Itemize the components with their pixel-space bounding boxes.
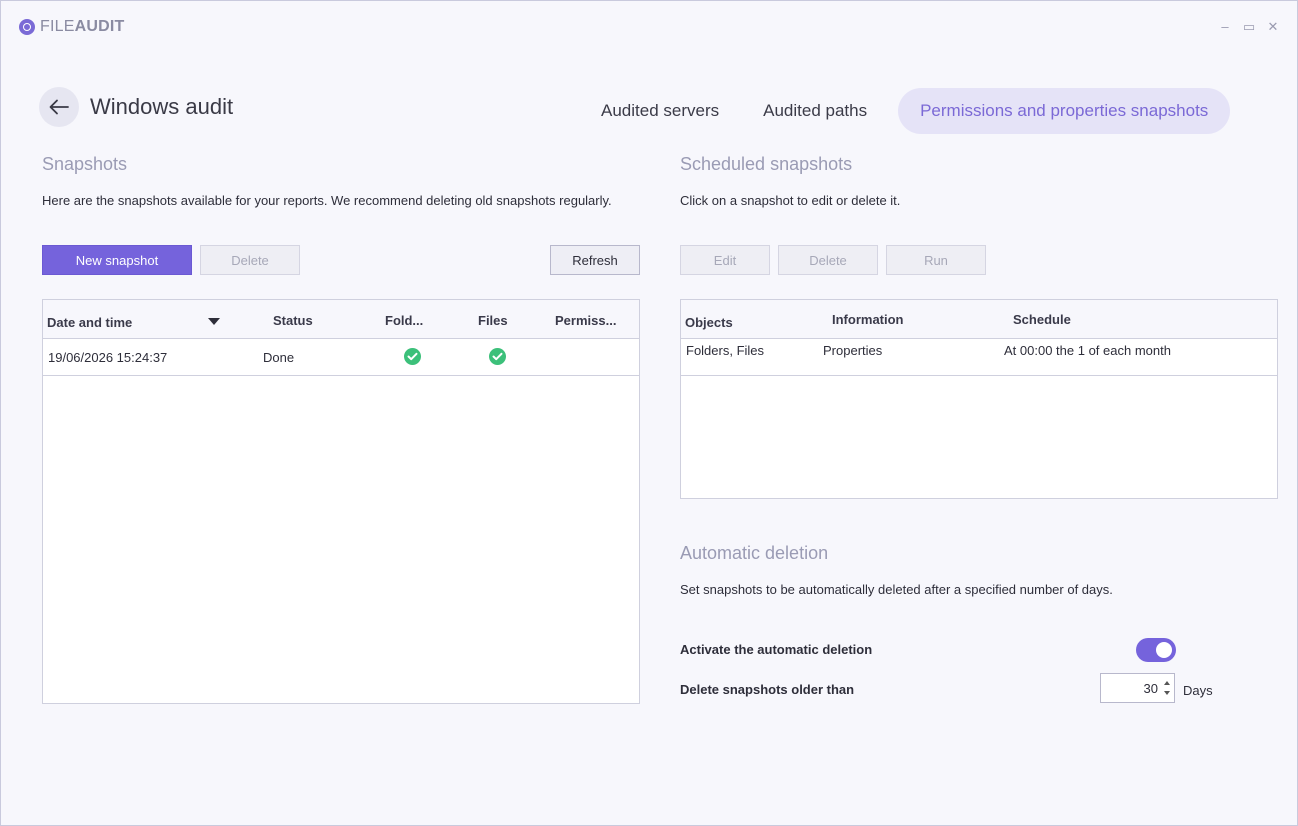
snapshots-table-header: Date and time Status Fold... Files Permi… [43, 300, 639, 339]
maximize-icon[interactable]: ▭ [1243, 19, 1255, 33]
snapshots-description: Here are the snapshots available for you… [42, 193, 612, 208]
snapshots-table: Date and time Status Fold... Files Permi… [42, 299, 640, 704]
check-icon [404, 348, 421, 365]
sort-desc-icon[interactable] [208, 318, 220, 325]
app-brand: FILEAUDIT [19, 18, 124, 36]
fileaudit-logo-icon [19, 19, 35, 35]
column-permissions[interactable]: Permiss... [555, 313, 616, 328]
brand-bold: AUDIT [74, 18, 125, 35]
delete-schedule-button[interactable]: Delete [778, 245, 878, 275]
days-stepper[interactable] [1100, 673, 1175, 703]
column-status[interactable]: Status [273, 313, 313, 328]
row-objects: Folders, Files [686, 343, 765, 358]
checkmark-glyph [492, 352, 503, 361]
older-than-label: Delete snapshots older than [680, 682, 855, 697]
activate-deletion-label: Activate the automatic deletion [680, 642, 873, 657]
back-button[interactable] [39, 87, 79, 127]
refresh-button[interactable]: Refresh [550, 245, 640, 275]
table-row[interactable]: 19/06/2026 15:24:37 Done [43, 339, 639, 376]
window-controls: – ▭ ✕ [1219, 19, 1279, 33]
tab-permissions-snapshots[interactable]: Permissions and properties snapshots [898, 88, 1231, 134]
app-window: FILEAUDIT – ▭ ✕ Windows audit Audited se… [0, 0, 1298, 826]
snapshots-title: Snapshots [42, 154, 128, 174]
tab-bar: Audited servers Audited paths Permission… [579, 88, 1231, 134]
tab-audited-paths[interactable]: Audited paths [741, 88, 889, 134]
column-date-time[interactable]: Date and time [47, 315, 132, 330]
column-folders[interactable]: Fold... [385, 313, 423, 328]
days-unit: Days [1183, 683, 1213, 698]
checkmark-glyph [407, 352, 418, 361]
brand-light: FILE [40, 18, 75, 35]
scheduled-title: Scheduled snapshots [680, 154, 853, 174]
edit-schedule-button[interactable]: Edit [680, 245, 770, 275]
column-objects[interactable]: Objects [685, 315, 733, 330]
row-schedule: At 00:00 the 1 of each month [1004, 343, 1171, 358]
close-icon[interactable]: ✕ [1267, 19, 1279, 33]
minimize-icon[interactable]: – [1219, 19, 1231, 33]
scheduled-table: Objects Information Schedule Folders, Fi… [680, 299, 1278, 499]
tab-audited-servers[interactable]: Audited servers [579, 88, 741, 134]
column-information[interactable]: Information [832, 312, 904, 327]
column-schedule[interactable]: Schedule [1013, 312, 1071, 327]
scheduled-table-header: Objects Information Schedule [681, 300, 1277, 339]
run-schedule-button[interactable]: Run [886, 245, 986, 275]
row-date: 19/06/2026 15:24:37 [48, 350, 168, 365]
activate-deletion-toggle[interactable] [1136, 638, 1176, 662]
new-snapshot-button[interactable]: New snapshot [42, 245, 192, 275]
row-information: Properties [823, 343, 883, 358]
check-icon [489, 348, 506, 365]
delete-snapshot-button[interactable]: Delete [200, 245, 300, 275]
auto-delete-title: Automatic deletion [680, 543, 829, 563]
days-input[interactable] [1101, 674, 1161, 702]
row-status: Done [263, 350, 295, 365]
stepper-up-icon[interactable] [1164, 681, 1170, 685]
brand-text: FILEAUDIT [40, 18, 124, 36]
auto-delete-description: Set snapshots to be automatically delete… [680, 582, 1113, 597]
table-row[interactable]: Folders, Files Properties At 00:00 the 1… [681, 339, 1277, 376]
arrow-left-icon [49, 99, 69, 115]
stepper-down-icon[interactable] [1164, 691, 1170, 695]
column-files[interactable]: Files [478, 313, 508, 328]
scheduled-description: Click on a snapshot to edit or delete it… [680, 193, 901, 208]
page-title: Windows audit [90, 94, 234, 119]
